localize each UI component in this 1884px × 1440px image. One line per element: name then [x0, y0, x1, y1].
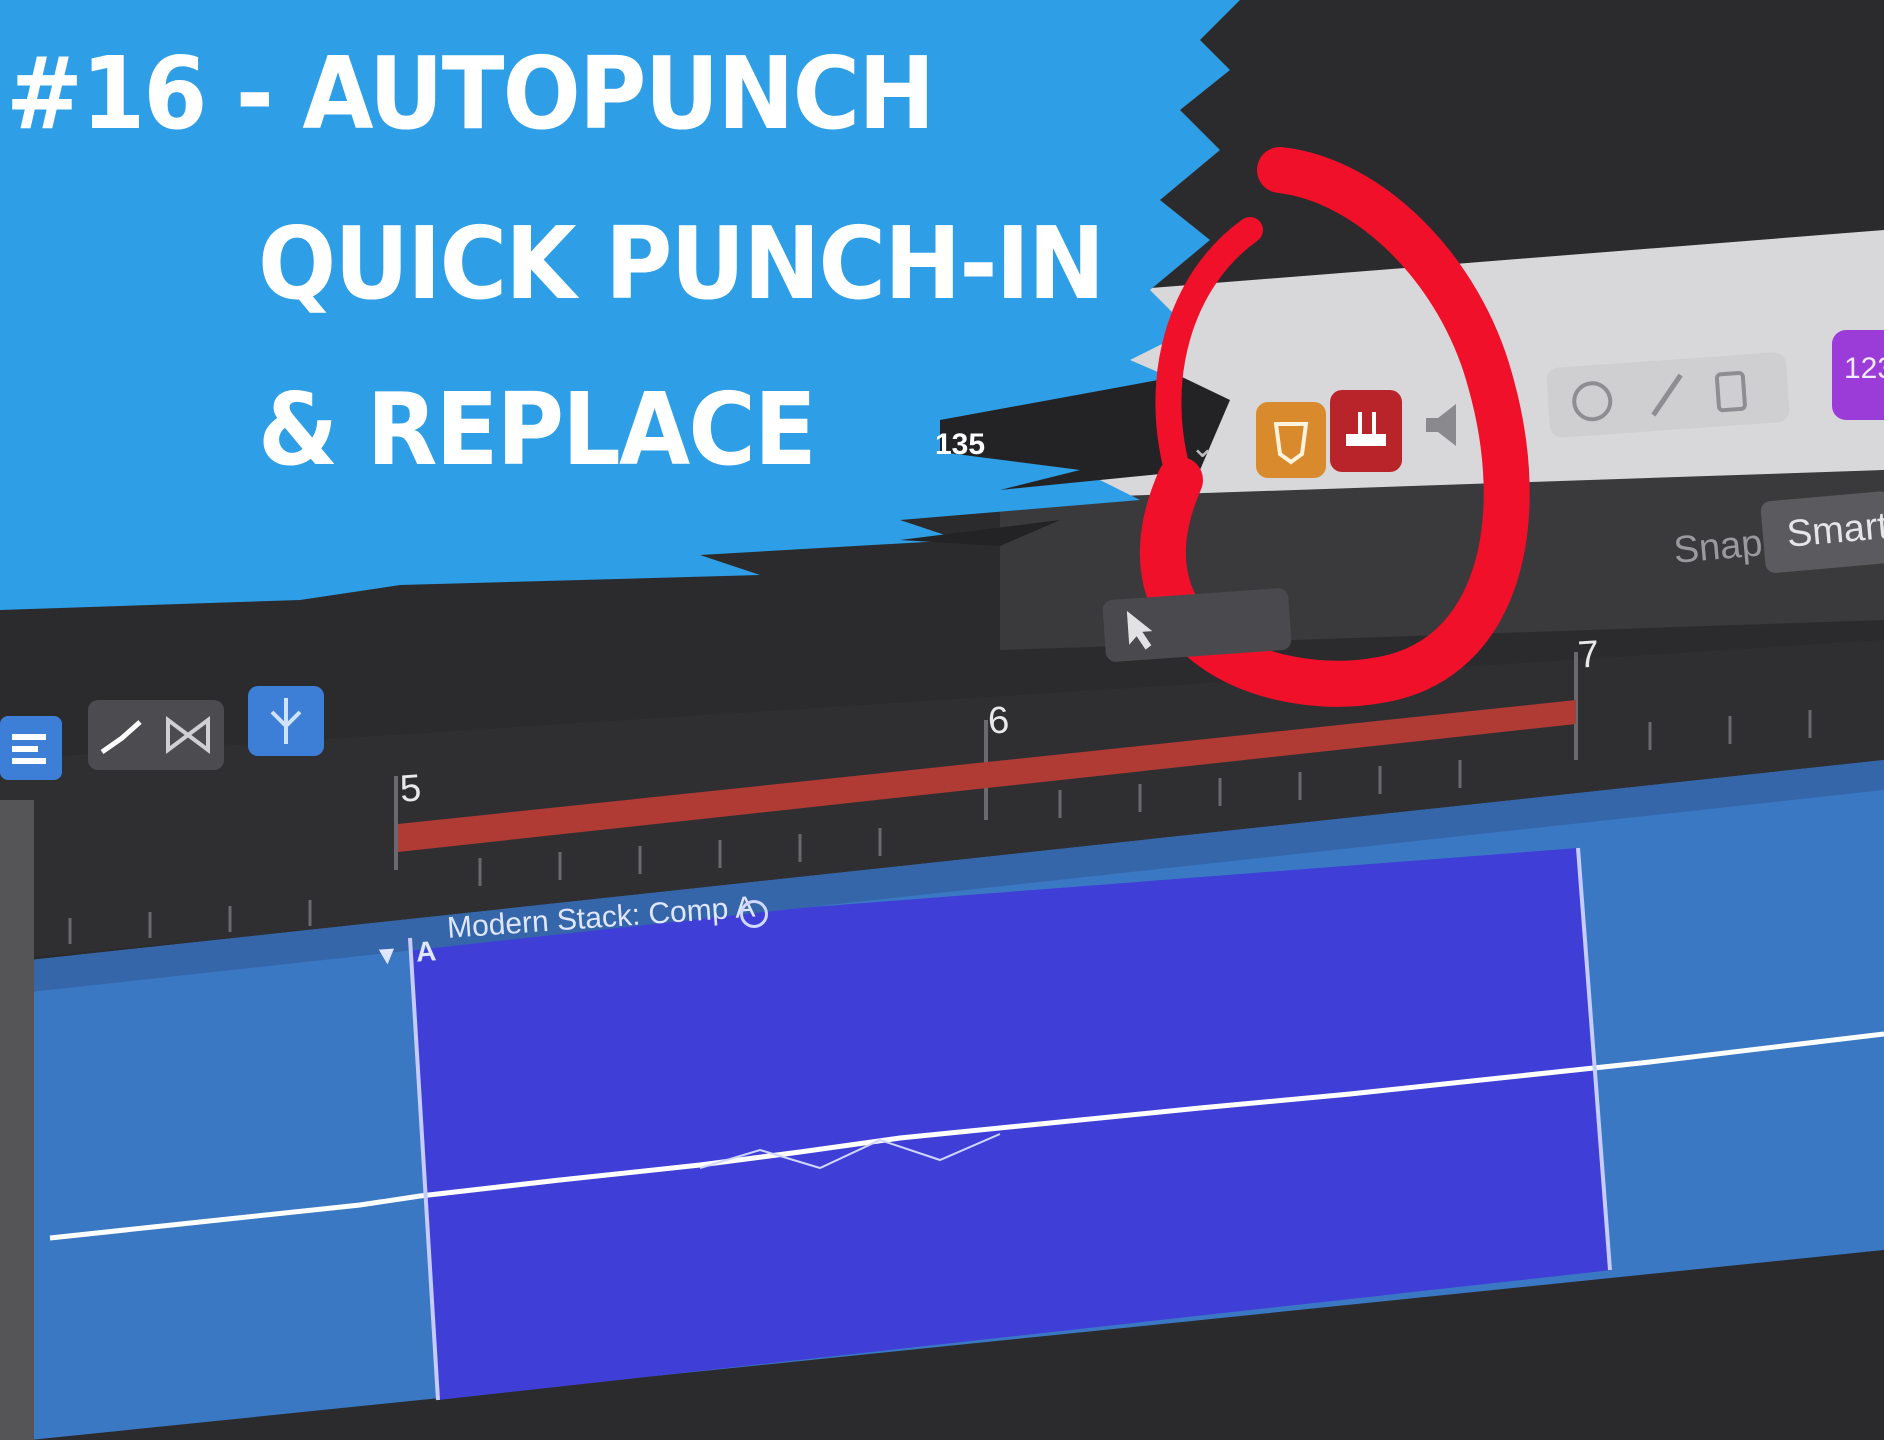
pointer-tool-icon — [1126, 610, 1153, 650]
autopunch-button[interactable] — [1330, 390, 1402, 472]
chevron-down-icon[interactable]: ⌄ — [1190, 430, 1222, 464]
automation-icon[interactable] — [100, 720, 142, 755]
title-line-2: QUICK PUNCH-IN — [258, 205, 1105, 322]
region-tool-icon[interactable] — [0, 716, 62, 780]
snap-label: Snap: — [1672, 521, 1775, 572]
take-folder-disclosure[interactable]: ▼ — [373, 939, 401, 972]
bar-number-7: 7 — [1576, 633, 1601, 677]
count-in-icon — [1273, 422, 1309, 465]
take-letter[interactable]: A — [415, 935, 437, 968]
snap-value: Smart — [1785, 505, 1884, 556]
tempo-display[interactable]: 135 — [935, 428, 985, 462]
speaker-icon[interactable] — [1420, 398, 1466, 452]
bar-number-6: 6 — [986, 699, 1011, 743]
catch-playhead-icon — [270, 698, 302, 744]
catch-playhead-button[interactable] — [248, 686, 324, 756]
snap-dropdown[interactable]: Smart — [1760, 490, 1884, 574]
pointer-tool-menu[interactable] — [1102, 587, 1292, 663]
smart-tempo-badge[interactable]: 123 — [1832, 330, 1884, 420]
flex-icon[interactable] — [166, 716, 210, 754]
automation-flex-buttons — [88, 700, 224, 770]
tuner-icon[interactable] — [1572, 381, 1613, 422]
score-icon[interactable] — [1714, 371, 1747, 413]
title-line-3: & REPLACE — [258, 371, 817, 488]
bar-number-5: 5 — [398, 767, 423, 811]
title-line-1: #16 - AUTOPUNCH — [6, 35, 935, 152]
pencil-icon[interactable] — [1651, 373, 1684, 417]
quick-swipe-comping-icon[interactable] — [740, 900, 768, 928]
autopunch-icon — [1346, 412, 1386, 446]
count-in-button[interactable] — [1256, 402, 1326, 478]
logic-pro-thumbnail: #16 - AUTOPUNCH QUICK PUNCH-IN & REPLACE… — [0, 0, 1884, 1440]
